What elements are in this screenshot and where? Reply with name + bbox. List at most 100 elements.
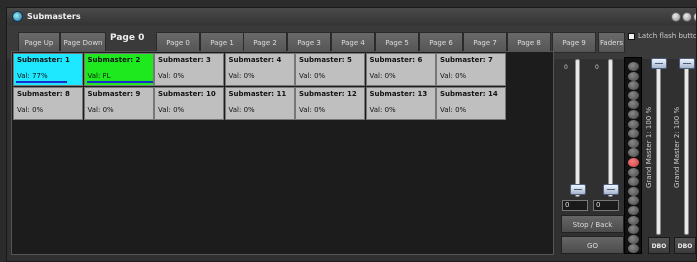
meter-led — [628, 244, 639, 254]
tab-page-1[interactable]: Page 1 — [200, 32, 244, 53]
meter-led — [628, 167, 639, 177]
tab-page-3[interactable]: Page 3 — [287, 32, 331, 53]
submaster-value: Val: 0% — [158, 106, 185, 114]
submaster-name: Submaster: 10 — [158, 90, 216, 98]
meter-led — [628, 138, 639, 148]
faders-button[interactable]: Faders — [598, 32, 625, 53]
submaster-value: Val: 0% — [299, 106, 326, 114]
submaster-value: Val: 0% — [440, 72, 467, 80]
level-meter — [624, 57, 642, 254]
grand-master-1-track[interactable] — [656, 61, 661, 235]
submaster-value: Val: 0% — [299, 72, 326, 80]
submaster-value: Val: 0% — [87, 106, 114, 114]
grand-master-1-knob[interactable] — [651, 58, 667, 69]
meter-led — [628, 148, 639, 158]
submaster-tile-9[interactable]: Submaster: 9 Val: 0% — [83, 87, 154, 120]
fader-1-scale-label: 0 — [564, 64, 568, 71]
submaster-name: Submaster: 9 — [87, 90, 141, 98]
meter-led — [628, 62, 639, 71]
submaster-name: Submaster: 6 — [369, 56, 423, 64]
submaster-name: Submaster: 13 — [369, 90, 428, 98]
submaster-tile-2[interactable]: Submaster: 2 Val: FL — [83, 53, 154, 86]
tab-page-5[interactable]: Page 5 — [375, 32, 419, 53]
current-page-label: Page 0 — [110, 33, 145, 43]
submaster-tile-1[interactable]: Submaster: 1 Val: 77% — [13, 53, 83, 86]
submaster-name: Submaster: 4 — [228, 56, 282, 64]
grand-master-2-dbo-button[interactable]: DBO — [674, 237, 696, 254]
tab-page-0[interactable]: Page 0 — [156, 32, 200, 53]
tab-page-4[interactable]: Page 4 — [331, 32, 375, 53]
submaster-name: Submaster: 11 — [228, 90, 287, 98]
tab-page-8[interactable]: Page 8 — [507, 32, 551, 53]
submaster-name: Submaster: 8 — [17, 90, 70, 98]
submaster-tile-4[interactable]: Submaster: 4 Val: 0% — [224, 53, 295, 86]
meter-led — [628, 100, 639, 110]
submaster-value: Val: 0% — [158, 72, 185, 80]
grand-master-2-track[interactable] — [684, 61, 689, 235]
fader-1-track[interactable] — [575, 59, 580, 197]
tab-page-9[interactable]: Page 9 — [552, 32, 596, 53]
latch-flash-checkbox[interactable] — [628, 33, 635, 40]
submaster-name: Submaster: 1 — [17, 56, 70, 64]
submaster-tile-14[interactable]: Submaster: 14 Val: 0% — [436, 87, 506, 120]
submaster-name: Submaster: 7 — [440, 56, 493, 64]
meter-led — [628, 215, 639, 225]
submaster-tile-13[interactable]: Submaster: 13 Val: 0% — [365, 87, 436, 120]
stop-back-button[interactable]: Stop / Back — [561, 215, 624, 233]
meter-led — [628, 225, 639, 235]
meter-led — [628, 158, 639, 167]
fader-1-value[interactable]: 0 — [562, 200, 588, 211]
submaster-tile-5[interactable]: Submaster: 5 Val: 0% — [295, 53, 365, 86]
tab-page-7[interactable]: Page 7 — [463, 32, 507, 53]
minimize-icon[interactable] — [671, 12, 681, 22]
fader-1-knob[interactable] — [570, 184, 586, 195]
submaster-value: Val: 0% — [440, 106, 467, 114]
latch-flash-label: Latch flash buttons — [638, 32, 697, 40]
fader-panel: 0 0 0 0 Stop / Back GO — [555, 51, 691, 255]
go-button[interactable]: GO — [561, 236, 624, 254]
app-icon — [12, 11, 23, 22]
grand-master-1-dbo-button[interactable]: DBO — [648, 237, 670, 254]
meter-led — [628, 177, 639, 187]
submaster-tile-10[interactable]: Submaster: 10 Val: 0% — [154, 87, 224, 120]
fader-2-track[interactable] — [608, 59, 613, 197]
maximize-icon[interactable] — [682, 12, 692, 22]
page-down-button[interactable]: Page Down — [60, 32, 106, 53]
grand-master-2-knob[interactable] — [679, 58, 695, 69]
submaster-level-bar — [86, 81, 153, 83]
submaster-name: Submaster: 14 — [440, 90, 498, 98]
fader-2-value[interactable]: 0 — [593, 200, 619, 211]
fader-2-scale-label: 0 — [595, 64, 599, 71]
fader-2-knob[interactable] — [603, 184, 619, 195]
submaster-value: Val: 0% — [369, 72, 396, 80]
close-icon[interactable] — [693, 12, 696, 22]
submaster-grid: Submaster: 1 Val: 77% Submaster: 2 Val: FL S… — [11, 51, 554, 255]
submaster-value: Val: FL — [87, 72, 111, 80]
meter-led — [628, 129, 639, 139]
page-up-button[interactable]: Page Up — [18, 32, 60, 53]
tab-page-2[interactable]: Page 2 — [243, 32, 287, 53]
meter-led — [628, 206, 639, 215]
submaster-tile-12[interactable]: Submaster: 12 Val: 0% — [295, 87, 365, 120]
submaster-value: Val: 0% — [17, 106, 44, 114]
submaster-tile-7[interactable]: Submaster: 7 Val: 0% — [436, 53, 506, 86]
grand-master-2-label: Grand Master 2: 100 % — [673, 106, 681, 188]
submaster-name: Submaster: 2 — [87, 56, 141, 64]
submaster-value: Val: 0% — [228, 72, 255, 80]
submaster-name: Submaster: 3 — [158, 56, 211, 64]
meter-led — [628, 71, 639, 81]
submaster-tile-8[interactable]: Submaster: 8 Val: 0% — [13, 87, 83, 120]
meter-led — [628, 196, 639, 206]
submaster-name: Submaster: 12 — [299, 90, 357, 98]
submaster-tile-11[interactable]: Submaster: 11 Val: 0% — [224, 87, 295, 120]
submaster-value: Val: 0% — [228, 106, 255, 114]
submaster-value: Val: 77% — [17, 72, 48, 80]
meter-led — [628, 110, 639, 119]
submaster-value: Val: 0% — [369, 106, 396, 114]
tab-page-6[interactable]: Page 6 — [419, 32, 463, 53]
meter-led — [628, 186, 639, 196]
submaster-tile-6[interactable]: Submaster: 6 Val: 0% — [365, 53, 436, 86]
submaster-tile-3[interactable]: Submaster: 3 Val: 0% — [154, 53, 224, 86]
meter-led — [628, 234, 639, 244]
meter-led — [628, 90, 639, 100]
